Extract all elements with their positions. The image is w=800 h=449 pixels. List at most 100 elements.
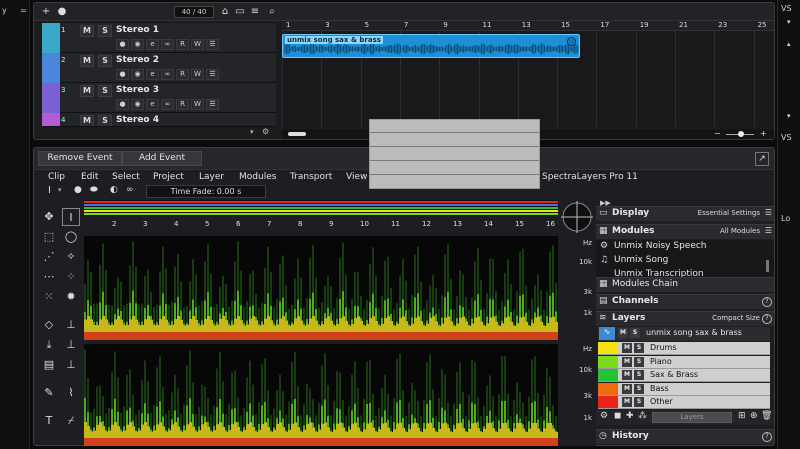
layer-row[interactable]: M S Bass (598, 382, 770, 396)
expand-icon[interactable]: ↗ (755, 152, 769, 166)
clone-icon[interactable]: ⊥ (62, 336, 80, 354)
layer-row[interactable]: M S Other (598, 396, 770, 409)
mute-button[interactable]: M (80, 55, 94, 67)
track-row[interactable]: 4 M S Stereo 4 (42, 113, 276, 127)
timeline-ruler[interactable]: 1 3 5 7 9 11 13 15 17 19 21 23 25 (282, 21, 774, 31)
menu-transport[interactable]: Transport (290, 172, 332, 182)
track-name[interactable]: Stereo 1 (116, 25, 159, 35)
lasso-icon[interactable]: ◯ (62, 228, 80, 246)
track-name[interactable]: Stereo 2 (116, 55, 159, 65)
brush-select-icon[interactable]: ⋰ (40, 248, 58, 266)
chevron-down-icon[interactable]: ▾ (787, 112, 791, 120)
new-layer-icon[interactable]: ⊞ (738, 411, 746, 421)
monitor-icon[interactable]: ◉ (131, 69, 144, 80)
rectangle-select-icon[interactable]: ⬚ (40, 228, 58, 246)
write-button[interactable]: W (191, 99, 204, 110)
mute-icon[interactable]: ◼ (614, 411, 621, 421)
layer-row[interactable]: M S Piano (598, 355, 770, 369)
scroll-thumb[interactable] (288, 132, 306, 136)
chevron-down-icon[interactable]: ▾ (58, 186, 62, 194)
help-icon[interactable]: ? (762, 432, 772, 442)
menu-layer[interactable]: Layer (199, 172, 224, 182)
read-button[interactable]: R (176, 99, 189, 110)
link-icon[interactable]: ∞ (126, 185, 134, 195)
pill-icon[interactable]: ⬬ (90, 185, 98, 195)
mute-button[interactable]: M (622, 397, 632, 407)
track-row[interactable]: 1 M S Stereo 1 ● ◉ e ∞ R W ☰ (42, 23, 276, 53)
channels-section[interactable]: ▤ Channels ? (596, 294, 774, 309)
track-row[interactable]: 2 M S Stereo 2 ● ◉ e ∞ R W ☰ (42, 53, 276, 83)
solo-button[interactable]: S (634, 356, 644, 367)
magic-wand-icon[interactable]: ✧ (62, 248, 80, 266)
menu-icon[interactable]: ☰ (765, 226, 772, 235)
layer-parent-row[interactable]: ∿ M S unmix song sax & brass (598, 327, 770, 341)
record-enable-icon[interactable]: ● (116, 39, 129, 50)
modules-chain-section[interactable]: ▦ Modules Chain (596, 277, 774, 292)
menu-project[interactable]: Project (153, 172, 184, 182)
edit-icon[interactable]: e (146, 69, 159, 80)
sun-icon[interactable]: ✹ (62, 288, 80, 306)
spectrogram-ruler[interactable]: 2 3 4 5 6 7 8 9 10 11 12 13 14 15 16 (84, 218, 558, 232)
remove-event-button[interactable]: Remove Event (38, 151, 122, 166)
solo-button[interactable]: S (634, 397, 644, 407)
menu-edit[interactable]: Edit (81, 172, 98, 182)
trash-icon[interactable]: 🗑 (761, 411, 772, 421)
layer-name[interactable]: Sax & Brass (650, 370, 698, 379)
mixer-icon[interactable]: ☰ (206, 99, 219, 110)
link-icon[interactable]: ∞ (161, 69, 174, 80)
harmonic-select-icon[interactable]: ⋯ (40, 268, 58, 286)
mute-button[interactable]: M (618, 328, 628, 338)
audio-event[interactable]: unmix song sax & brass ◎ (282, 34, 580, 58)
mixer-icon[interactable]: ☰ (206, 69, 219, 80)
time-select-tool-icon[interactable]: I (62, 208, 80, 226)
home-icon[interactable]: ⌂ (219, 6, 231, 18)
split-icon[interactable]: ⁂ (638, 411, 647, 421)
chevron-down-icon[interactable]: ▾ (250, 128, 254, 136)
spectrogram-channel-1[interactable] (84, 236, 558, 340)
solo-button[interactable]: S (98, 85, 112, 97)
cursor-tool-icon[interactable]: I (48, 185, 51, 196)
mute-button[interactable]: M (80, 115, 94, 126)
display-option[interactable]: Essential Settings (698, 209, 760, 217)
mute-button[interactable]: M (80, 85, 94, 97)
solo-button[interactable]: S (634, 343, 644, 353)
record-enable-icon[interactable]: ● (116, 69, 129, 80)
time-fade-field[interactable]: Time Fade: 0.00 s (146, 185, 266, 198)
edit-icon[interactable]: e (146, 99, 159, 110)
spectrogram-channel-2[interactable] (84, 344, 558, 446)
track-presets-icon[interactable]: ● (56, 6, 68, 18)
arrange-area[interactable]: unmix song sax & brass ◎ (282, 31, 774, 127)
zoom-out-icon[interactable]: − (714, 129, 721, 138)
dot-icon[interactable]: ● (74, 185, 82, 195)
chevron-up-icon[interactable]: ▴ (787, 40, 791, 48)
mute-button[interactable]: M (622, 356, 632, 367)
move-tool-icon[interactable]: ✥ (40, 208, 58, 226)
module-item[interactable]: Unmix Song (614, 255, 668, 265)
text-tool-icon[interactable]: T (40, 412, 58, 430)
mixer-icon[interactable]: ☰ (206, 39, 219, 50)
blend-mode-select[interactable]: Layers (652, 412, 732, 423)
gear-icon[interactable]: ⚙ (262, 127, 269, 136)
menu-view[interactable]: View (346, 172, 367, 182)
modules-section[interactable]: ▦ All Modules Modules All Modules ☰ (596, 224, 774, 239)
solo-button[interactable]: S (634, 370, 644, 380)
navigator-crosshair[interactable] (560, 200, 594, 234)
visibility-icon[interactable]: ≡ (249, 6, 261, 18)
solo-button[interactable]: S (98, 25, 112, 37)
solo-button[interactable]: S (634, 383, 644, 394)
chevron-down-icon[interactable]: ▾ (787, 18, 797, 26)
add-event-button[interactable]: Add Event (122, 151, 202, 166)
menu-icon[interactable]: ☰ (765, 208, 772, 217)
layers-size-option[interactable]: Compact Size (712, 314, 760, 322)
dots-icon[interactable]: ⁙ (40, 288, 58, 306)
transient-select-icon[interactable]: ⁘ (62, 268, 80, 286)
fill-icon[interactable]: ⤓ (40, 336, 58, 354)
zoom-in-icon[interactable]: + (760, 129, 767, 138)
mute-button[interactable]: M (622, 383, 632, 394)
menu-modules[interactable]: Modules (239, 172, 276, 182)
read-button[interactable]: R (176, 39, 189, 50)
add-icon[interactable]: ✚ (626, 411, 634, 421)
eraser-icon[interactable]: ◇ (40, 316, 58, 334)
edit-icon[interactable]: e (146, 39, 159, 50)
layers-section[interactable]: ≋ Layers Compact Size ? (596, 311, 774, 326)
